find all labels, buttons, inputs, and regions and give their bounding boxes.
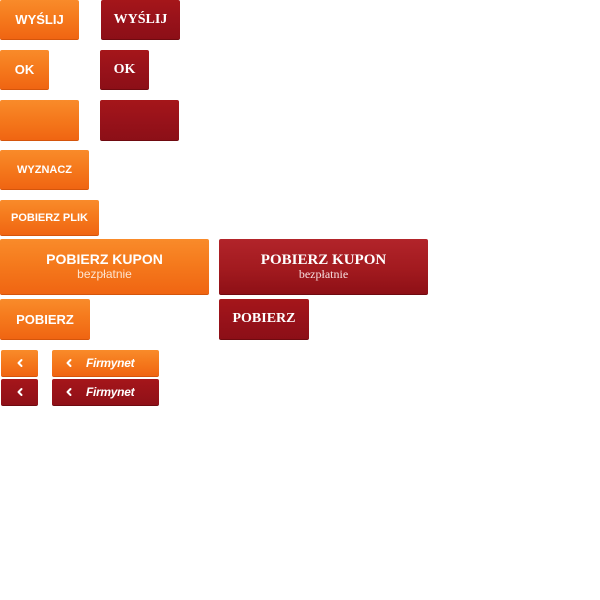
download-button-red[interactable]: POBIERZ: [219, 299, 309, 340]
ok-button-orange[interactable]: OK: [0, 50, 49, 90]
blank-button-orange[interactable]: [0, 100, 79, 141]
send-button-label: WYŚLIJ: [15, 12, 64, 27]
download-button-orange[interactable]: POBIERZ: [0, 299, 90, 340]
ok-button-label: OK: [113, 61, 136, 77]
back-button-red[interactable]: [1, 379, 38, 406]
coupon-button-subtitle: bezpłatnie: [298, 267, 349, 282]
download-button-label: POBIERZ: [232, 311, 296, 326]
send-button-label: WYŚLIJ: [113, 11, 168, 27]
back-button-orange[interactable]: [1, 350, 38, 377]
download-file-button-label: POBIERZ PLIK: [10, 211, 88, 224]
download-coupon-button-orange[interactable]: POBIERZ KUPON bezpłatnie: [0, 239, 209, 295]
designate-button-label: WYZNACZ: [17, 163, 72, 176]
back-to-firmynet-button-orange[interactable]: Firmynet: [52, 350, 159, 377]
chevron-left-icon: [66, 388, 72, 396]
back-to-firmynet-button-red[interactable]: Firmynet: [52, 379, 159, 406]
ok-button-red[interactable]: OK: [100, 50, 149, 90]
send-button-red[interactable]: WYŚLIJ: [101, 0, 180, 40]
designate-button[interactable]: WYZNACZ: [0, 150, 89, 190]
coupon-button-title: POBIERZ KUPON: [260, 251, 387, 268]
firmynet-logo: Firmynet: [86, 356, 135, 370]
coupon-button-subtitle: bezpłatnie: [77, 266, 132, 281]
chevron-left-icon: [17, 359, 22, 367]
coupon-button-title: POBIERZ KUPON: [46, 251, 163, 268]
ok-button-label: OK: [14, 62, 35, 77]
firmynet-logo: Firmynet: [86, 385, 135, 399]
chevron-left-icon: [66, 359, 72, 367]
download-button-label: POBIERZ: [16, 311, 74, 327]
download-coupon-button-red[interactable]: POBIERZ KUPON bezpłatnie: [219, 239, 428, 295]
download-file-button[interactable]: POBIERZ PLIK: [0, 200, 99, 236]
blank-button-red[interactable]: [100, 100, 179, 141]
chevron-left-icon: [17, 388, 22, 396]
send-button-orange[interactable]: WYŚLIJ: [0, 0, 79, 40]
